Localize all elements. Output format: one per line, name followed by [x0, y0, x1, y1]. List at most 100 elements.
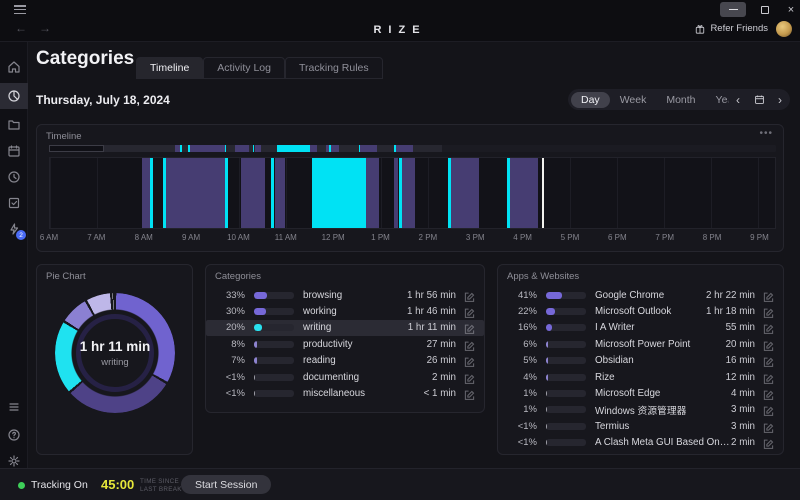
app-row[interactable]: <1%A Clash Meta GUI Based On Ta...2 min: [498, 435, 783, 451]
overview-segment: [396, 145, 413, 152]
timeline-menu-icon[interactable]: •••: [759, 128, 773, 139]
donut-chart[interactable]: 1 hr 11 min writing: [55, 293, 175, 413]
edit-icon[interactable]: [464, 290, 475, 301]
overview-brush-handle[interactable]: [49, 145, 104, 152]
edit-icon[interactable]: [763, 355, 774, 366]
edit-icon[interactable]: [763, 388, 774, 399]
category-row[interactable]: 30%working1 hr 46 min: [206, 303, 484, 319]
edit-icon[interactable]: [763, 404, 774, 415]
usage-bar: [546, 423, 586, 430]
row-percent: 7%: [215, 355, 245, 366]
axis-tick-label: 5 PM: [550, 233, 590, 242]
menu-icon[interactable]: [14, 5, 26, 14]
hour-gridline: [381, 158, 382, 228]
axis-tick-label: 7 AM: [76, 233, 116, 242]
axis-tick-label: 9 PM: [739, 233, 779, 242]
minimize-button[interactable]: [720, 2, 746, 17]
row-percent: 4%: [507, 372, 537, 383]
usage-bar: [254, 357, 294, 364]
edit-icon[interactable]: [464, 339, 475, 350]
timeline-overview-strip[interactable]: [49, 145, 776, 152]
close-button[interactable]: ×: [778, 2, 800, 17]
calendar-picker-icon[interactable]: [754, 94, 765, 105]
app-row[interactable]: 41%Google Chrome2 hr 22 min: [498, 287, 783, 303]
app-row[interactable]: 4%Rize12 min: [498, 369, 783, 385]
sidebar-item-tasks[interactable]: [0, 190, 28, 216]
app-row[interactable]: 5%Obsidian16 min: [498, 353, 783, 369]
tab-tracking-rules[interactable]: Tracking Rules: [285, 57, 383, 79]
category-row[interactable]: 8%productivity27 min: [206, 336, 484, 352]
edit-icon[interactable]: [763, 372, 774, 383]
timeline-segment[interactable]: [312, 158, 366, 228]
sidebar-item-sessions[interactable]: [0, 164, 28, 190]
sidebar-item-notifications[interactable]: 2: [0, 216, 28, 242]
tab-activity-log[interactable]: Activity Log: [203, 57, 285, 79]
tab-timeline[interactable]: Timeline: [136, 57, 203, 79]
app-row[interactable]: <1%Termius3 min: [498, 418, 783, 434]
sidebar-item-list[interactable]: [0, 394, 28, 420]
category-row[interactable]: 33%browsing1 hr 56 min: [206, 287, 484, 303]
row-name: I A Writer: [595, 322, 726, 333]
app-row[interactable]: 1%Windows 资源管理器3 min: [498, 402, 783, 418]
calendar-icon: [7, 144, 21, 158]
edit-icon[interactable]: [763, 421, 774, 432]
edit-icon[interactable]: [763, 306, 774, 317]
edit-icon[interactable]: [464, 322, 475, 333]
timeline-segment[interactable]: [366, 158, 379, 228]
range-day[interactable]: Day: [571, 92, 610, 108]
timeline-segment[interactable]: [510, 158, 538, 228]
timeline-segment[interactable]: [394, 158, 398, 228]
timeline-segment[interactable]: [150, 158, 153, 228]
edit-icon[interactable]: [464, 372, 475, 383]
sidebar-item-projects[interactable]: [0, 112, 28, 138]
avatar[interactable]: [776, 21, 792, 37]
timeline-segment[interactable]: [241, 158, 265, 228]
app-row[interactable]: 1%Microsoft Edge4 min: [498, 385, 783, 401]
edit-icon[interactable]: [464, 355, 475, 366]
app-row[interactable]: 16%I A Writer55 min: [498, 320, 783, 336]
timeline-segment[interactable]: [166, 158, 225, 228]
sidebar-item-home[interactable]: [0, 54, 28, 80]
category-row[interactable]: <1%documenting2 min: [206, 369, 484, 385]
timeline-segment[interactable]: [275, 158, 285, 228]
timeline-segment[interactable]: [402, 158, 415, 228]
start-session-button[interactable]: Start Session: [181, 475, 271, 494]
category-row[interactable]: 20%writing1 hr 11 min: [206, 320, 484, 336]
row-time: 1 hr 18 min: [706, 306, 755, 317]
category-row[interactable]: 7%reading26 min: [206, 353, 484, 369]
sidebar-item-categories[interactable]: [0, 83, 28, 109]
current-date: Thursday, July 18, 2024: [36, 93, 170, 107]
edit-icon[interactable]: [464, 306, 475, 317]
usage-bar: [546, 439, 586, 446]
axis-tick-label: 7 PM: [645, 233, 685, 242]
hour-gridline: [286, 158, 287, 228]
category-row[interactable]: <1%miscellaneous< 1 min: [206, 385, 484, 401]
app-row[interactable]: 22%Microsoft Outlook1 hr 18 min: [498, 303, 783, 319]
folder-icon: [7, 118, 21, 132]
sidebar-item-calendar[interactable]: [0, 138, 28, 164]
edit-icon[interactable]: [763, 339, 774, 350]
range-week[interactable]: Week: [610, 92, 657, 108]
edit-icon[interactable]: [763, 437, 774, 448]
timeline-chart[interactable]: [49, 157, 776, 229]
axis-tick-label: 6 PM: [597, 233, 637, 242]
edit-icon[interactable]: [763, 322, 774, 333]
prev-day-button[interactable]: ‹: [736, 93, 740, 107]
timeline-segment[interactable]: [142, 158, 150, 228]
timeline-segment[interactable]: [271, 158, 274, 228]
donut-center: 1 hr 11 min writing: [55, 293, 175, 413]
next-day-button[interactable]: ›: [778, 93, 782, 107]
row-name: Microsoft Edge: [595, 388, 731, 399]
edit-icon[interactable]: [763, 290, 774, 301]
sidebar-item-help[interactable]: [0, 422, 28, 448]
edit-icon[interactable]: [464, 388, 475, 399]
timeline-segment[interactable]: [451, 158, 479, 228]
overview-segment: [331, 145, 339, 152]
range-month[interactable]: Month: [656, 92, 705, 108]
donut-center-value: 1 hr 11 min: [80, 339, 151, 354]
row-name: productivity: [303, 339, 427, 350]
refer-friends-button[interactable]: Refer Friends: [695, 23, 768, 34]
maximize-button[interactable]: [752, 2, 778, 17]
timeline-segment[interactable]: [225, 158, 228, 228]
app-row[interactable]: 6%Microsoft Power Point20 min: [498, 336, 783, 352]
